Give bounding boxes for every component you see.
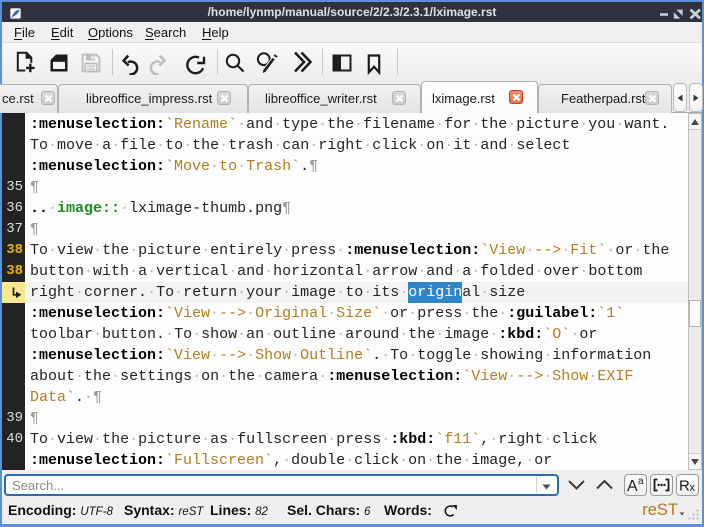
svg-text:a: a bbox=[638, 476, 644, 487]
svg-text:x: x bbox=[690, 482, 696, 494]
svg-text:A: A bbox=[627, 478, 638, 495]
svg-text:R: R bbox=[679, 478, 690, 495]
